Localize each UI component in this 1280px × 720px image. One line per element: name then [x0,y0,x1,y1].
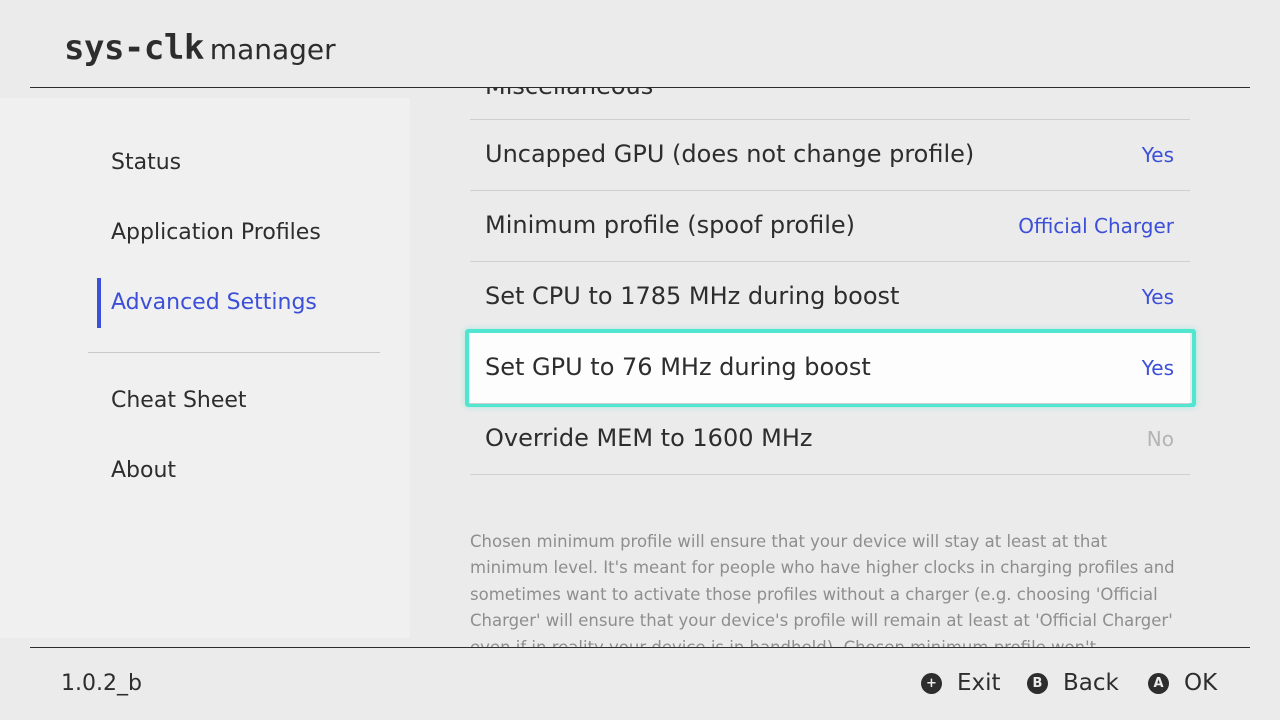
setting-row-cpu-boost[interactable]: Set CPU to 1785 MHz during boost Yes [470,261,1190,332]
footer-divider [30,647,1250,648]
version-label: 1.0.2_b [61,671,142,696]
back-label: Back [1063,670,1119,696]
b-button-icon: B [1027,672,1048,694]
sidebar-item-about[interactable]: About [111,456,176,486]
setting-label: Set GPU to 76 MHz during boost [485,353,871,381]
exit-hint[interactable]: + Exit [921,668,1001,698]
setting-row-minimum-profile[interactable]: Minimum profile (spoof profile) Official… [470,190,1190,261]
sidebar-item-application-profiles[interactable]: Application Profiles [111,218,321,248]
setting-label: Uncapped GPU (does not change profile) [485,140,975,168]
plus-button-icon: + [921,672,942,694]
settings-list[interactable]: Miscellaneous Uncapped GPU (does not cha… [410,88,1280,647]
header: sys-clk manager [0,0,1280,88]
setting-label: Minimum profile (spoof profile) [485,211,856,239]
app-title-subtitle: manager [209,33,336,66]
setting-value: Official Charger [1018,214,1174,238]
ok-hint[interactable]: A OK [1148,668,1217,698]
exit-label: Exit [957,670,1001,696]
section-heading-cut-off: Miscellaneous [485,88,653,100]
active-indicator [97,278,101,328]
ok-label: OK [1184,670,1218,696]
sidebar-item-advanced-settings[interactable]: Advanced Settings [111,288,317,318]
sidebar-item-cheat-sheet[interactable]: Cheat Sheet [111,386,247,416]
setting-row-uncapped-gpu[interactable]: Uncapped GPU (does not change profile) Y… [470,119,1190,190]
app-title: sys-clk manager [64,28,336,70]
setting-label: Set CPU to 1785 MHz during boost [485,282,900,310]
back-hint[interactable]: B Back [1027,668,1119,698]
sidebar: Status Application Profiles Advanced Set… [0,98,410,638]
setting-value: Yes [1141,356,1174,380]
setting-value: Yes [1141,285,1174,309]
sidebar-item-status[interactable]: Status [111,148,181,178]
a-button-icon: A [1148,672,1169,694]
setting-label: Override MEM to 1600 MHz [485,424,813,452]
app-title-brand: sys-clk [64,28,204,68]
sidebar-divider [88,352,380,353]
setting-value: Yes [1141,143,1174,167]
setting-value: No [1146,427,1174,451]
setting-row-override-mem[interactable]: Override MEM to 1600 MHz No [470,403,1190,474]
setting-description: Chosen minimum profile will ensure that … [470,532,1175,647]
setting-row-gpu-boost[interactable]: Set GPU to 76 MHz during boost Yes [470,332,1190,403]
list-end-divider [470,474,1190,475]
